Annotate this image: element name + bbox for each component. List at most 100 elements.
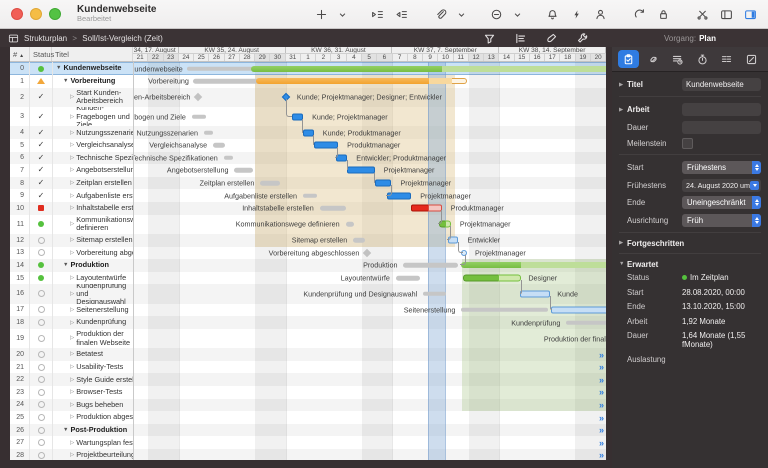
gantt-bar[interactable]: [428, 205, 442, 212]
offscreen-bar-indicator[interactable]: »: [599, 413, 603, 423]
fortgeschritten-section[interactable]: Fortgeschritten: [627, 239, 684, 248]
table-row[interactable]: 20▷Betatest»: [10, 348, 606, 361]
disclosure-icon[interactable]: ▶: [619, 107, 627, 113]
leaf-icon[interactable]: ▷: [70, 114, 74, 120]
milestone-icon[interactable]: [282, 93, 290, 101]
leaf-icon[interactable]: ▷: [70, 193, 74, 199]
disclosure-icon[interactable]: ▶: [619, 240, 627, 246]
person-icon[interactable]: [593, 7, 608, 22]
leaf-icon[interactable]: ▷: [70, 364, 74, 370]
inspector-tab-schedule[interactable]: [667, 50, 688, 68]
table-row[interactable]: 7✓▷AngebotserstellungAngebotserstellungP…: [10, 164, 606, 177]
table-row[interactable]: 19▷Produktion der finalen WebseiteProduk…: [10, 329, 606, 348]
start-popup[interactable]: Frühestens: [682, 161, 761, 174]
column-header-num[interactable]: #▲: [10, 47, 30, 61]
leaf-icon[interactable]: ▷: [70, 452, 74, 458]
attach-icon[interactable]: [433, 7, 448, 22]
gantt-bar[interactable]: [461, 262, 521, 268]
collapse-icon[interactable]: ▼: [63, 78, 68, 84]
offscreen-bar-indicator[interactable]: »: [599, 425, 603, 435]
brush-icon[interactable]: [544, 31, 559, 46]
leaf-icon[interactable]: ▷: [70, 180, 74, 186]
leaf-icon[interactable]: ▷: [70, 155, 74, 161]
leaf-icon[interactable]: ▷: [70, 402, 74, 408]
offscreen-bar-indicator[interactable]: »: [599, 362, 603, 372]
dauer-input[interactable]: [682, 121, 761, 134]
leaf-icon[interactable]: ▷: [70, 351, 74, 357]
disclosure-icon[interactable]: ▼: [619, 261, 627, 267]
gantt-bar[interactable]: [387, 192, 411, 199]
gantt-bar[interactable]: [292, 113, 303, 120]
gantt-bar[interactable]: [498, 275, 521, 282]
collapse-icon[interactable]: ▼: [63, 262, 68, 268]
gantt-bar[interactable]: [551, 306, 606, 313]
offscreen-bar-indicator[interactable]: »: [599, 400, 603, 410]
filter-icon[interactable]: [482, 31, 497, 46]
breadcrumb-detail[interactable]: Soll/Ist-Vergleich (Zeit): [82, 34, 162, 43]
view-right-icon[interactable]: [743, 7, 758, 22]
breadcrumb[interactable]: Strukturplan > Soll/Ist-Vergleich (Zeit): [24, 34, 163, 43]
minimize-button[interactable]: [30, 8, 42, 20]
gantt-bar[interactable]: [520, 290, 550, 297]
table-row[interactable]: 5✓▷VergleichsanalyseVergleichsanalysePro…: [10, 139, 606, 152]
table-row[interactable]: 28▷Projektbeurteilung»: [10, 449, 606, 460]
leaf-icon[interactable]: ▷: [70, 275, 74, 281]
chevron-down-icon[interactable]: [338, 7, 346, 22]
table-row[interactable]: 24▷Bugs beheben»: [10, 399, 606, 412]
sync-icon[interactable]: [632, 7, 647, 22]
table-row[interactable]: 2✓▷Start Kunden-ArbeitsbereichStart Kund…: [10, 88, 606, 107]
gantt-bar[interactable]: [445, 221, 451, 228]
inspector-tab-time[interactable]: [692, 50, 713, 68]
table-row[interactable]: 14▼ProduktionProduktion: [10, 259, 606, 272]
table-row[interactable]: 10▷Inhaltstabelle erstellenInhaltstabell…: [10, 202, 606, 215]
meilenstein-checkbox[interactable]: [682, 138, 693, 149]
planned-milestone-icon[interactable]: [459, 249, 467, 257]
close-button[interactable]: [11, 8, 23, 20]
leaf-icon[interactable]: ▷: [70, 94, 74, 100]
status-circle-icon[interactable]: [489, 7, 504, 22]
offscreen-bar-indicator[interactable]: »: [599, 438, 603, 448]
table-row[interactable]: 13▷Vorbereitung abgeschlossenVorbereitun…: [10, 247, 606, 260]
plus-icon[interactable]: [314, 7, 329, 22]
chevron-down-icon[interactable]: [513, 7, 521, 22]
table-row[interactable]: 23▷Browser-Tests»: [10, 386, 606, 399]
outdent-icon[interactable]: [394, 7, 409, 22]
offscreen-bar-indicator[interactable]: »: [599, 375, 603, 385]
gantt-bar[interactable]: [463, 275, 498, 282]
arbeit-input[interactable]: [682, 103, 761, 116]
leaf-icon[interactable]: ▷: [70, 205, 74, 211]
leaf-icon[interactable]: ▷: [70, 320, 74, 326]
erwartet-section[interactable]: Erwartet: [627, 260, 658, 269]
leaf-icon[interactable]: ▷: [70, 291, 74, 297]
leaf-icon[interactable]: ▷: [70, 221, 74, 227]
bell-icon[interactable]: [545, 7, 560, 22]
leaf-icon[interactable]: ▷: [70, 335, 74, 341]
inspector-tab-task[interactable]: [618, 50, 639, 68]
table-row[interactable]: 11▷Kommunikationswege definierenKommunik…: [10, 215, 606, 234]
table-row[interactable]: 4✓▷NutzungsszenarienNutzungsszenarienKun…: [10, 126, 606, 139]
fruehestens-datefield[interactable]: 24. August 2020 um 00:00: [682, 179, 761, 192]
inspector-tab-edit[interactable]: [741, 50, 762, 68]
ausrichtung-popup[interactable]: Früh: [682, 214, 761, 227]
table-row[interactable]: 18▷KundenprüfungKundenprüfung: [10, 316, 606, 329]
gantt-bar[interactable]: [375, 180, 392, 187]
leaf-icon[interactable]: ▷: [70, 307, 74, 313]
gantt-bar[interactable]: [314, 142, 338, 149]
table-row[interactable]: 27▷Wartungsplan festlegen»: [10, 436, 606, 449]
table-row[interactable]: 9✓▷Aufgabenliste erstellenAufgabenliste …: [10, 189, 606, 202]
leaf-icon[interactable]: ▷: [70, 377, 74, 383]
leaf-icon[interactable]: ▷: [70, 142, 74, 148]
table-row[interactable]: 12▷Sitemap erstellenSitemap erstellenEnt…: [10, 234, 606, 247]
gantt-bar[interactable]: [429, 78, 452, 84]
view-left-icon[interactable]: [719, 7, 734, 22]
offscreen-bar-indicator[interactable]: »: [599, 387, 603, 397]
gantt-bar[interactable]: [347, 167, 374, 174]
leaf-icon[interactable]: ▷: [70, 237, 74, 243]
indent-icon[interactable]: [370, 7, 385, 22]
column-header-status[interactable]: Status: [30, 47, 52, 61]
leaf-icon[interactable]: ▷: [70, 389, 74, 395]
wrench-icon[interactable]: [575, 31, 590, 46]
leaf-icon[interactable]: ▷: [70, 167, 74, 173]
cut-icon[interactable]: [695, 7, 710, 22]
ende-popup[interactable]: Uneingeschränkt: [682, 196, 761, 209]
